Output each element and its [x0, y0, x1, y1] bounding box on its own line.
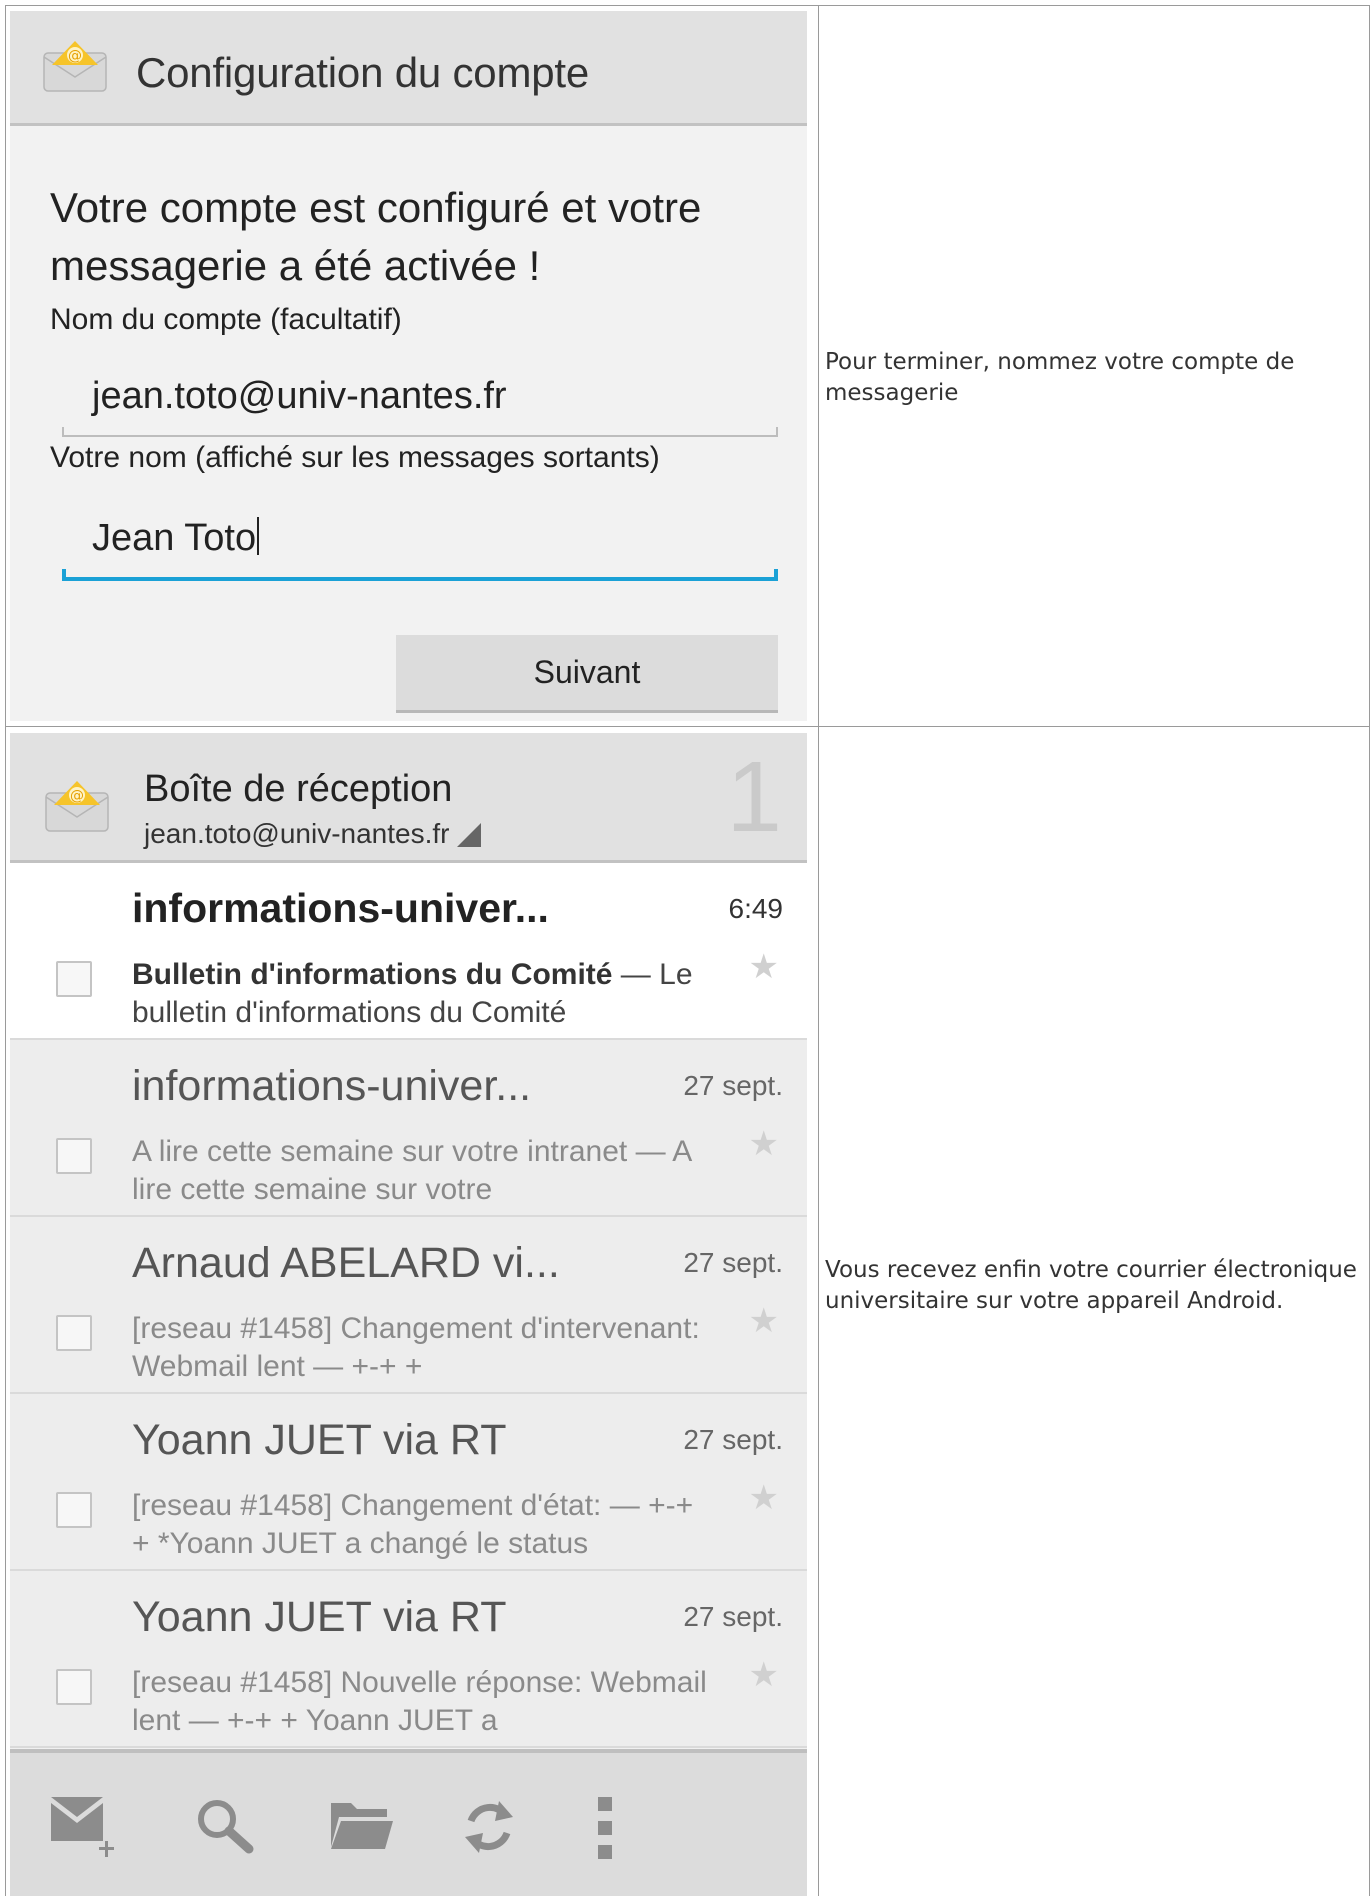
select-checkbox[interactable]: [56, 1669, 92, 1705]
unread-count: 1: [726, 741, 782, 853]
document-table: @ Configuration du compte Votre compte e…: [0, 0, 1370, 1896]
message-row[interactable]: informations-univer... 27 sept. A lire c…: [10, 1040, 807, 1217]
select-checkbox[interactable]: [56, 961, 92, 997]
screen-title: Configuration du compte: [136, 49, 590, 96]
message-snippet: Bulletin d'informations du Comité — Le b…: [132, 956, 712, 1032]
message-snippet: [reseau #1458] Nouvelle réponse: Webmail…: [132, 1666, 707, 1737]
svg-text:@: @: [68, 48, 82, 64]
message-date: 27 sept.: [683, 1070, 783, 1101]
star-icon[interactable]: ★: [749, 1124, 779, 1164]
your-name-field[interactable]: Jean Toto: [62, 511, 778, 581]
next-button[interactable]: Suivant: [396, 635, 778, 713]
table-cell-caption-1: Pour terminer, nommez votre compte de me…: [818, 5, 1370, 728]
account-spinner[interactable]: jean.toto@univ-nantes.fr: [144, 818, 482, 850]
your-name-value-wrap: Jean Toto: [92, 517, 260, 560]
message-row[interactable]: Yoann JUET via RT 27 sept. [reseau #1458…: [10, 1394, 807, 1571]
message-sender: informations-univer...: [132, 885, 549, 931]
email-app-icon: @: [43, 41, 107, 92]
overflow-menu-icon[interactable]: [596, 1797, 616, 1861]
message-subject: Bulletin d'informations du Comité: [132, 958, 613, 991]
your-name-value: Jean Toto: [92, 517, 257, 559]
setup-screenshot: @ Configuration du compte Votre compte e…: [10, 11, 807, 721]
caption-1: Pour terminer, nommez votre compte de me…: [825, 349, 1295, 406]
message-snippet: [reseau #1458] Changement d'intervenant:…: [132, 1312, 700, 1383]
account-name-field[interactable]: jean.toto@univ-nantes.fr: [62, 369, 778, 437]
select-checkbox[interactable]: [56, 1492, 92, 1528]
message-date: 6:49: [728, 893, 784, 924]
action-bar: @ Configuration du compte: [10, 11, 807, 126]
search-icon[interactable]: [195, 1797, 255, 1857]
compose-icon[interactable]: [51, 1797, 119, 1859]
account-email: jean.toto@univ-nantes.fr: [144, 818, 450, 849]
message-date: 27 sept.: [683, 1601, 783, 1632]
message-snippet: [reseau #1458] Changement d'état: — +-+ …: [132, 1489, 694, 1560]
email-app-icon[interactable]: @: [44, 777, 110, 833]
inbox-action-bar: @ Boîte de réception jean.toto@univ-nant…: [10, 733, 807, 863]
your-name-label: Votre nom (affiché sur les messages sort…: [50, 441, 660, 474]
select-checkbox[interactable]: [56, 1138, 92, 1174]
account-name-value: jean.toto@univ-nantes.fr: [92, 375, 507, 417]
select-checkbox[interactable]: [56, 1315, 92, 1351]
message-sender: Yoann JUET via RT: [132, 1593, 507, 1641]
message-sender: informations-univer...: [132, 1062, 532, 1110]
star-icon[interactable]: ★: [749, 947, 779, 987]
account-name-label: Nom du compte (facultatif): [50, 303, 402, 336]
message-snippet: A lire cette semaine sur votre intranet …: [132, 1135, 691, 1206]
svg-text:@: @: [70, 788, 84, 804]
star-icon[interactable]: ★: [749, 1301, 779, 1341]
inbox-title[interactable]: Boîte de réception: [144, 768, 452, 811]
message-sender: Arnaud ABELARD vi...: [132, 1239, 560, 1287]
star-icon[interactable]: ★: [749, 1655, 779, 1695]
bottom-action-bar: [10, 1749, 807, 1896]
table-cell-caption-2: Vous recevez enfin votre courrier électr…: [818, 726, 1370, 1896]
message-row[interactable]: Arnaud ABELARD vi... 27 sept. [reseau #1…: [10, 1217, 807, 1394]
folder-icon[interactable]: [329, 1797, 395, 1853]
message-date: 27 sept.: [683, 1247, 783, 1278]
message-row[interactable]: Yoann JUET via RT 27 sept. [reseau #1458…: [10, 1571, 807, 1748]
star-icon[interactable]: ★: [749, 1478, 779, 1518]
setup-heading: Votre compte est configuré et votre mess…: [50, 184, 702, 289]
inbox-screenshot: @ Boîte de réception jean.toto@univ-nant…: [10, 733, 807, 1896]
caption-2: Vous recevez enfin votre courrier électr…: [825, 1257, 1357, 1314]
refresh-icon[interactable]: [459, 1797, 519, 1857]
spinner-triangle-icon: [457, 823, 482, 847]
text-cursor: [257, 517, 260, 555]
message-sender: Yoann JUET via RT: [132, 1416, 507, 1464]
message-date: 27 sept.: [683, 1424, 783, 1455]
message-row[interactable]: informations-univer... 6:49 Bulletin d'i…: [10, 863, 807, 1040]
